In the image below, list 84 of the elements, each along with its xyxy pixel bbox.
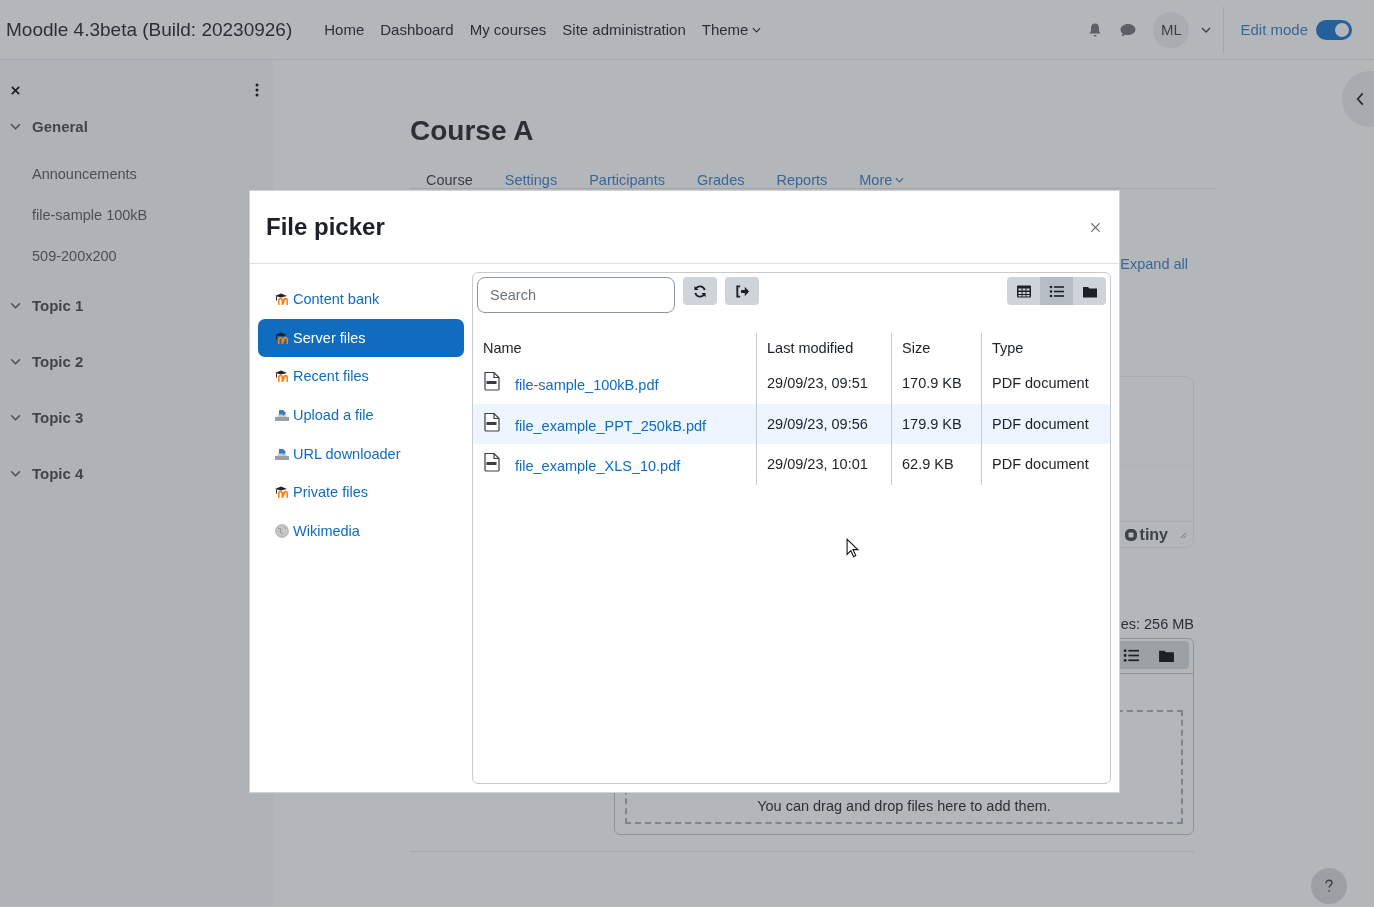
course-tab[interactable]: More: [859, 172, 905, 188]
user-avatar[interactable]: ML: [1153, 11, 1190, 48]
chat-icon[interactable]: [1119, 21, 1138, 38]
table-cell: PDF document: [981, 444, 1110, 485]
section-title[interactable]: Topic 2: [32, 352, 84, 370]
dialog-title: File picker: [266, 213, 385, 241]
section-title[interactable]: Topic 4: [32, 464, 84, 482]
nav-link[interactable]: Theme: [693, 21, 770, 38]
caret-icon: [752, 26, 762, 33]
edit-mode-label: Edit mode: [1240, 21, 1308, 38]
repository-item[interactable]: URL downloader: [258, 434, 464, 473]
upload-tray-icon: [274, 446, 290, 461]
refresh-button[interactable]: [683, 277, 717, 305]
pdf-file-icon: [483, 411, 501, 432]
file-link[interactable]: file_example_PPT_250kB.pdf: [515, 417, 707, 434]
course-tab[interactable]: Participants: [589, 172, 665, 188]
moodle-logo-icon: [274, 369, 290, 384]
course-tab[interactable]: Course: [426, 172, 473, 188]
grid-icon: [1015, 283, 1032, 299]
caret-icon: [895, 177, 905, 183]
repository-item[interactable]: Recent files: [258, 357, 464, 396]
repository-item[interactable]: Wikimedia: [258, 511, 464, 551]
column-header[interactable]: Size: [891, 333, 981, 363]
repository-item[interactable]: Server files: [258, 318, 464, 358]
activity-link[interactable]: Announcements: [0, 154, 273, 195]
section-title[interactable]: Topic 1: [32, 296, 84, 314]
course-tab[interactable]: Grades: [696, 172, 745, 188]
drop-hint-text: You can drag and drop files here to add them.: [757, 798, 1051, 814]
globe-icon: [274, 523, 290, 538]
edit-mode-toggle[interactable]: [1316, 19, 1352, 40]
nav-link[interactable]: My courses: [461, 21, 555, 38]
moodle-logo-icon: [274, 330, 290, 345]
course-tab[interactable]: Settings: [504, 172, 558, 188]
kebab-menu-icon[interactable]: [255, 83, 259, 97]
column-header[interactable]: Last modified: [756, 333, 891, 363]
table-cell: 29/09/23, 09:51: [756, 363, 891, 404]
file-row[interactable]: file_example_XLS_10.pdf 29/09/23, 10:01 62.9 KB PDF document: [473, 444, 1110, 485]
section-title[interactable]: Topic 3: [32, 408, 84, 426]
nav-link[interactable]: Site administration: [554, 21, 694, 38]
table-cell: 179.9 KB: [891, 403, 981, 445]
repository-item[interactable]: Private files: [258, 472, 464, 512]
column-header[interactable]: Type: [981, 333, 1110, 363]
refresh-icon: [692, 283, 708, 299]
resize-handle-icon[interactable]: [1178, 530, 1187, 539]
nav-link[interactable]: Dashboard: [372, 21, 462, 38]
search-field[interactable]: Search: [477, 277, 675, 313]
table-cell: PDF document: [981, 363, 1110, 404]
table-cell: 29/09/23, 09:56: [756, 403, 891, 445]
tiny-logo-icon: [1123, 527, 1138, 542]
logout-button[interactable]: [725, 277, 759, 305]
course-tab[interactable]: Reports: [776, 172, 828, 188]
table-cell: 170.9 KB: [891, 363, 981, 404]
course-title: Course A: [410, 115, 535, 147]
site-name[interactable]: Moodle 4.3beta (Build: 20230926): [6, 18, 293, 41]
file-row[interactable]: file-sample_100kB.pdf 29/09/23, 09:51 170.9 KB PDF document: [473, 363, 1110, 404]
logout-icon: [734, 283, 750, 299]
upload-tray-icon: [274, 408, 290, 423]
expand-all-link[interactable]: Expand all: [1120, 256, 1188, 272]
list-view-button[interactable]: [1040, 277, 1073, 305]
chevron-down-icon[interactable]: [1201, 26, 1212, 33]
file-link[interactable]: file-sample_100kB.pdf: [515, 377, 659, 394]
size-limit-text: es: 256 MB: [1119, 616, 1194, 634]
editor-logo: tiny: [1123, 525, 1168, 544]
file-link[interactable]: file_example_XLS_10.pdf: [515, 458, 681, 475]
column-header[interactable]: Name: [473, 333, 756, 363]
chevron-left-icon: [1356, 92, 1365, 106]
list-view-icon[interactable]: [1123, 647, 1140, 663]
mouse-pointer-icon: [846, 538, 859, 558]
file-row[interactable]: file_example_PPT_250kB.pdf 29/09/23, 09:56 179.9 KB PDF document: [473, 403, 1110, 445]
table-cell: 62.9 KB: [891, 444, 981, 485]
nav-link[interactable]: Home: [316, 21, 373, 38]
pdf-file-icon: [483, 452, 501, 473]
question-mark-icon: [1324, 879, 1334, 893]
close-icon[interactable]: [1090, 221, 1101, 233]
repository-item[interactable]: Upload a file: [258, 395, 464, 435]
list-icon: [1048, 283, 1065, 299]
close-icon[interactable]: [10, 84, 21, 96]
pdf-file-icon: [483, 371, 501, 392]
moodle-logo-icon: [274, 485, 290, 500]
table-cell: 29/09/23, 10:01: [756, 444, 891, 485]
table-cell: PDF document: [981, 403, 1110, 445]
moodle-logo-icon: [274, 292, 290, 307]
section-title[interactable]: General: [32, 117, 88, 135]
repository-item[interactable]: Content bank: [258, 280, 464, 319]
